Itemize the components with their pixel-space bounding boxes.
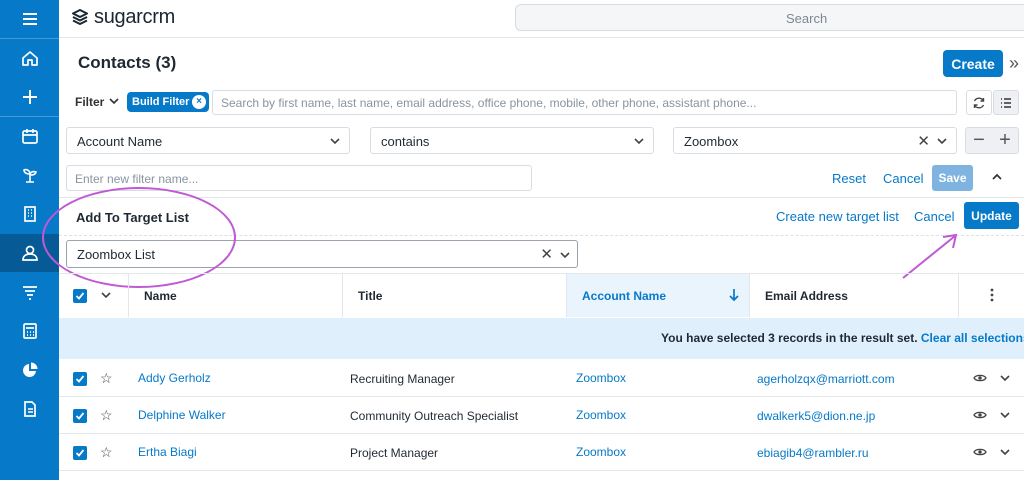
- annotation-arrow-icon: [902, 233, 958, 279]
- chevron-down-icon[interactable]: [999, 446, 1011, 458]
- account-link[interactable]: Zoombox: [576, 408, 626, 422]
- contact-title: Project Manager: [350, 446, 439, 460]
- row-checkbox[interactable]: [73, 409, 87, 423]
- page-title: Contacts (3): [78, 53, 177, 72]
- refresh-icon[interactable]: [966, 90, 992, 115]
- remove-row-button[interactable]: −: [966, 128, 992, 153]
- add-row-button[interactable]: +: [992, 128, 1018, 153]
- chevron-down-icon: [330, 138, 340, 145]
- clear-icon[interactable]: ✕: [540, 245, 553, 263]
- global-search-input[interactable]: Search: [515, 4, 1024, 31]
- save-filter-button[interactable]: Save: [932, 165, 973, 191]
- filter-operator-select[interactable]: contains: [370, 127, 654, 154]
- account-link[interactable]: Zoombox: [576, 445, 626, 459]
- filter-value-select[interactable]: Zoombox ✕: [673, 127, 957, 154]
- table-row[interactable]: ☆ Ertha Biagi Project Manager Zoombox eb…: [59, 434, 1024, 471]
- chevron-down-icon[interactable]: [100, 289, 112, 301]
- logo-text: sugarcrm: [94, 6, 175, 28]
- filter-row-controls: − +: [965, 127, 1019, 154]
- eye-icon[interactable]: [973, 373, 987, 383]
- calculator-icon[interactable]: [0, 312, 59, 350]
- email-link[interactable]: agerholzqx@marriott.com: [757, 372, 895, 386]
- clear-all-selections-link[interactable]: Clear all selections: [921, 331, 1024, 345]
- account-link[interactable]: Zoombox: [576, 371, 626, 385]
- cancel-filter-link[interactable]: Cancel: [883, 171, 923, 186]
- chevrons-right-icon[interactable]: »: [1009, 53, 1019, 74]
- selection-banner-text: You have selected 3 records in the resul…: [661, 331, 1024, 345]
- menu-icon[interactable]: [0, 0, 59, 38]
- filter-field-select[interactable]: Account Name: [66, 127, 350, 154]
- column-header-account-name[interactable]: Account Name: [582, 274, 666, 317]
- filter-label[interactable]: Filter: [75, 95, 104, 109]
- filter-search-input[interactable]: Search by first name, last name, email a…: [212, 90, 957, 115]
- chevron-down-icon: [634, 138, 644, 145]
- more-options-icon[interactable]: [986, 288, 998, 302]
- email-link[interactable]: ebiagib4@rambler.ru: [757, 446, 869, 460]
- home-icon[interactable]: [0, 39, 59, 77]
- sort-arrow-down-icon[interactable]: [728, 288, 740, 302]
- eye-icon[interactable]: [973, 410, 987, 420]
- chevron-up-icon[interactable]: [990, 170, 1004, 184]
- calendar-icon[interactable]: [0, 117, 59, 155]
- column-header-name[interactable]: Name: [144, 274, 177, 317]
- chevron-down-icon[interactable]: [559, 249, 571, 261]
- plus-icon[interactable]: [0, 78, 59, 116]
- filter-icon[interactable]: [0, 273, 59, 311]
- cancel-target-link[interactable]: Cancel: [914, 209, 954, 224]
- contact-name-link[interactable]: Addy Gerholz: [138, 371, 211, 385]
- chevron-down-icon: [937, 138, 947, 145]
- star-icon[interactable]: ☆: [100, 444, 113, 461]
- row-checkbox[interactable]: [73, 372, 87, 386]
- star-icon[interactable]: ☆: [100, 407, 113, 424]
- create-new-target-list-link[interactable]: Create new target list: [776, 209, 899, 224]
- reset-link[interactable]: Reset: [832, 171, 866, 186]
- list-view-icon[interactable]: [993, 90, 1019, 115]
- top-bar: sugarcrm Search: [59, 0, 1024, 38]
- contact-title: Community Outreach Specialist: [350, 409, 519, 423]
- select-all-checkbox[interactable]: [73, 289, 87, 303]
- contact-name-link[interactable]: Ertha Biagi: [138, 445, 197, 459]
- table-row[interactable]: ☆ Addy Gerholz Recruiting Manager Zoombo…: [59, 360, 1024, 397]
- row-checkbox[interactable]: [73, 446, 87, 460]
- document-icon[interactable]: [0, 390, 59, 428]
- column-header-title[interactable]: Title: [358, 274, 382, 317]
- star-icon[interactable]: ☆: [100, 370, 113, 387]
- eye-icon[interactable]: [973, 447, 987, 457]
- sugar-cube-icon: [72, 8, 88, 25]
- create-button[interactable]: Create: [943, 50, 1003, 77]
- chevron-down-icon[interactable]: [999, 372, 1011, 384]
- email-link[interactable]: dwalkerk5@dion.ne.jp: [757, 409, 875, 423]
- build-filter-pill[interactable]: Build Filter ×: [127, 92, 209, 112]
- update-button[interactable]: Update: [964, 202, 1019, 229]
- table-row[interactable]: ☆ Delphine Walker Community Outreach Spe…: [59, 397, 1024, 434]
- clear-icon[interactable]: ✕: [917, 132, 930, 150]
- contact-title: Recruiting Manager: [350, 372, 455, 386]
- column-header-email-address[interactable]: Email Address: [765, 274, 848, 317]
- sugarcrm-logo[interactable]: sugarcrm: [70, 6, 175, 29]
- plant-icon[interactable]: [0, 156, 59, 194]
- contact-name-link[interactable]: Delphine Walker: [138, 408, 226, 422]
- chevron-down-icon[interactable]: [108, 95, 120, 107]
- chevron-down-icon[interactable]: [999, 409, 1011, 421]
- close-icon[interactable]: ×: [192, 95, 206, 109]
- pie-chart-icon[interactable]: [0, 351, 59, 389]
